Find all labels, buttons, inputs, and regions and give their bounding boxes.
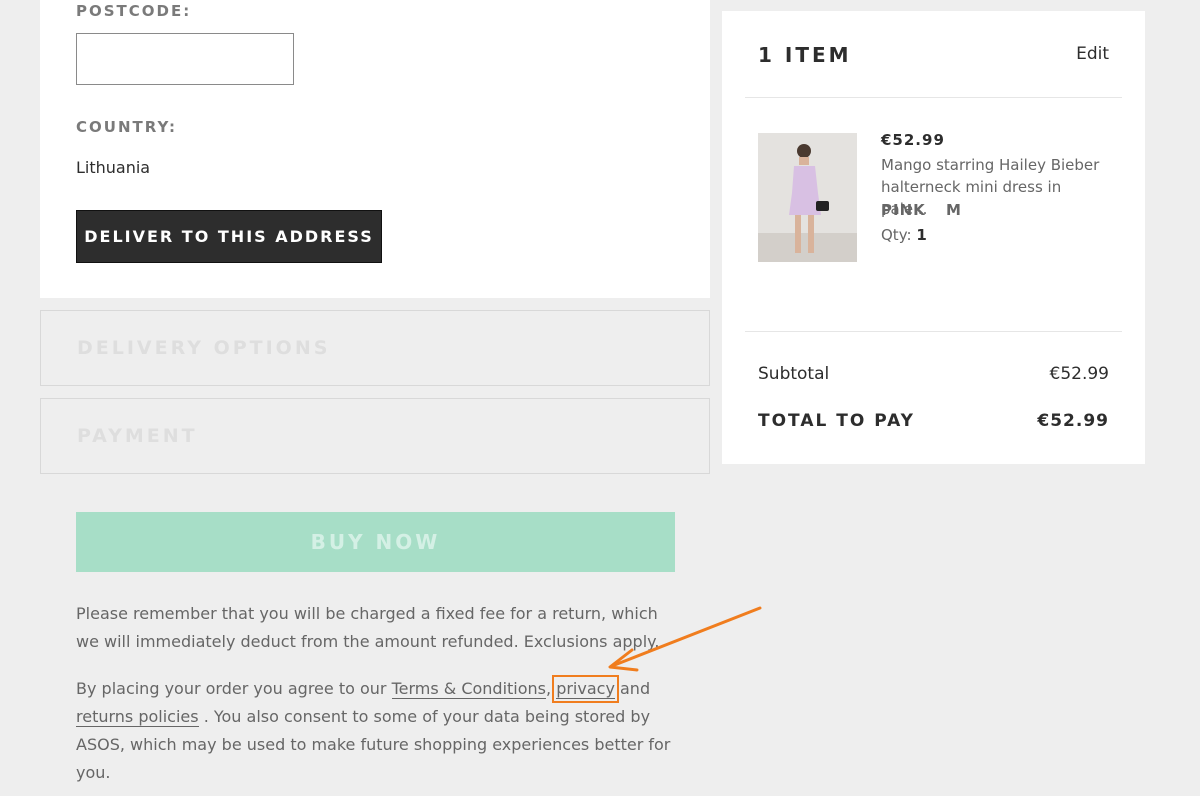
address-card: POSTCODE: COUNTRY: Lithuania DELIVER TO … xyxy=(40,0,710,298)
payment-title: PAYMENT xyxy=(77,425,198,447)
subtotal-value: €52.99 xyxy=(1049,364,1109,384)
deliver-to-this-address-button[interactable]: DELIVER TO THIS ADDRESS xyxy=(76,210,382,263)
product-colour: PINK xyxy=(881,201,926,219)
country-label: COUNTRY: xyxy=(76,118,178,136)
subtotal-label: Subtotal xyxy=(758,364,830,384)
delivery-options-section: DELIVERY OPTIONS xyxy=(40,310,710,386)
consent-text: By placing your order you agree to our T… xyxy=(76,675,676,787)
total-value: €52.99 xyxy=(1037,411,1109,431)
edit-bag-link[interactable]: Edit xyxy=(1076,44,1109,64)
product-price: €52.99 xyxy=(881,131,945,149)
payment-section: PAYMENT xyxy=(40,398,710,474)
buy-now-button[interactable]: BUY NOW xyxy=(76,512,675,572)
consent-comma: , xyxy=(546,679,557,698)
item-count: 1 ITEM xyxy=(758,43,852,67)
product-quantity: Qty: 1 xyxy=(881,226,927,244)
postcode-input[interactable] xyxy=(76,33,294,85)
returns-fee-note: Please remember that you will be charged… xyxy=(76,604,660,651)
country-value: Lithuania xyxy=(76,158,151,177)
checkout-page: POSTCODE: COUNTRY: Lithuania DELIVER TO … xyxy=(0,0,1200,796)
qty-value: 1 xyxy=(916,226,927,244)
divider xyxy=(745,331,1122,332)
qty-label: Qty: xyxy=(881,226,912,244)
delivery-options-title: DELIVERY OPTIONS xyxy=(77,337,331,359)
divider xyxy=(745,97,1122,98)
privacy-link[interactable]: privacy xyxy=(552,675,619,703)
product-image xyxy=(758,133,857,262)
product-size: M xyxy=(946,201,961,219)
consent-prefix: By placing your order you agree to our xyxy=(76,679,392,698)
terms-conditions-link[interactable]: Terms & Conditions xyxy=(391,679,547,699)
returns-policies-link[interactable]: returns policies xyxy=(76,707,199,727)
postcode-label: POSTCODE: xyxy=(76,2,192,20)
total-label: TOTAL TO PAY xyxy=(758,411,915,431)
order-summary-card: 1 ITEM Edit €52.99 Mango starring Hailey… xyxy=(722,11,1145,464)
consent-and: and xyxy=(614,679,651,698)
